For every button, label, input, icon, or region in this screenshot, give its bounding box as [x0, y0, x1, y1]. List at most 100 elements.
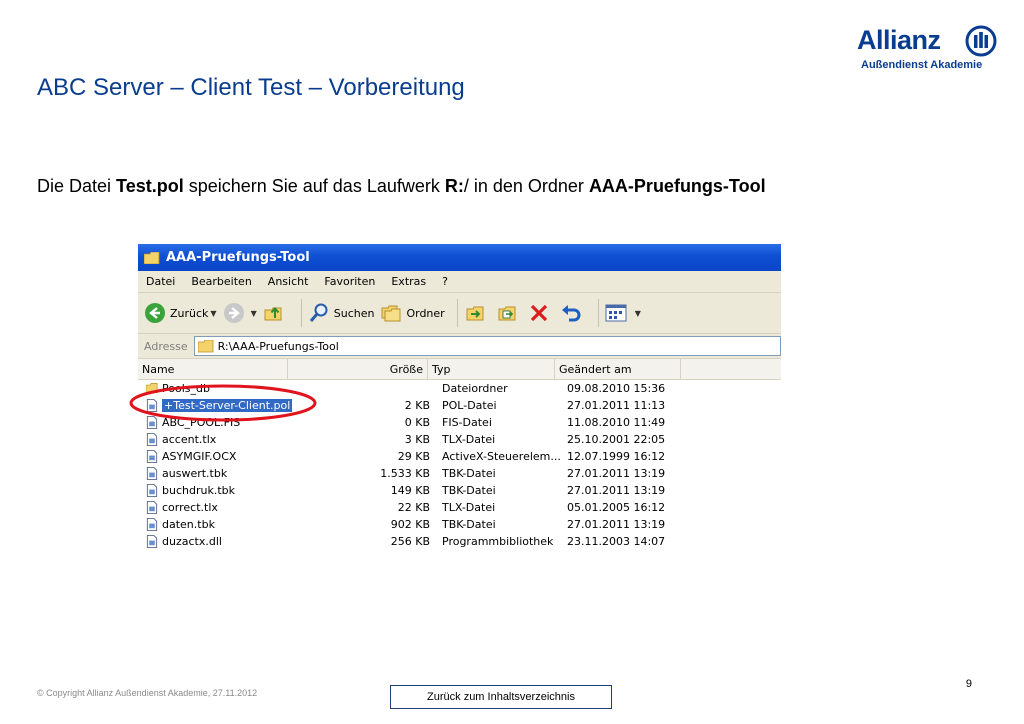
instruction-text: Die Datei Test.pol speichern Sie auf das… — [37, 176, 766, 197]
instruction-folder: AAA-Pruefungs-Tool — [588, 176, 766, 196]
file-type: FIS-Datei — [442, 416, 492, 429]
file-row[interactable]: daten.tbk 902 KB TBK-Datei 27.01.2011 13:19 — [138, 516, 781, 533]
menu-favoriten[interactable]: Favoriten — [316, 275, 383, 288]
move-to-button[interactable] — [464, 302, 490, 324]
file-icon — [146, 450, 158, 463]
search-button[interactable]: Suchen — [308, 302, 375, 324]
file-name-cell[interactable]: auswert.tbk — [138, 467, 296, 480]
instruction-part: speichern Sie auf das Laufwerk — [183, 176, 445, 196]
file-name: auswert.tbk — [162, 467, 228, 480]
file-name-cell[interactable]: daten.tbk — [138, 518, 296, 531]
file-type: TLX-Datei — [442, 433, 496, 446]
menu-help[interactable]: ? — [434, 275, 456, 288]
file-modified: 23.11.2003 14:07 — [567, 535, 666, 548]
forward-button[interactable]: ▼ — [223, 302, 257, 324]
menu-ansicht[interactable]: Ansicht — [260, 275, 317, 288]
file-modified: 25.10.2001 22:05 — [567, 433, 666, 446]
file-type: Programmbibliothek — [442, 535, 554, 548]
file-size: 1.533 KB — [380, 467, 430, 480]
window-titlebar[interactable]: AAA-Pruefungs-Tool — [138, 244, 781, 271]
file-type: TLX-Datei — [442, 501, 496, 514]
back-label: Zurück — [170, 306, 209, 320]
folder-up-icon — [264, 306, 282, 321]
file-modified: 27.01.2011 13:19 — [567, 467, 666, 480]
file-row[interactable]: duzactx.dll 256 KB Programmbibliothek 23.11… — [138, 533, 781, 550]
folders-icon — [381, 305, 401, 322]
menu-extras[interactable]: Extras — [383, 275, 434, 288]
file-name-cell[interactable]: duzactx.dll — [138, 535, 296, 548]
file-type: TBK-Datei — [442, 518, 496, 531]
file-name-cell[interactable]: accent.tlx — [138, 433, 296, 446]
file-name-cell[interactable]: buchdruk.tbk — [138, 484, 296, 497]
menu-datei[interactable]: Datei — [138, 275, 183, 288]
file-type: Dateiordner — [442, 382, 508, 395]
address-input[interactable]: R:\AAA-Pruefungs-Tool — [193, 336, 781, 356]
file-name: daten.tbk — [162, 518, 215, 531]
file-name: buchdruk.tbk — [162, 484, 235, 497]
file-size: 149 KB — [390, 484, 430, 497]
column-header-size[interactable]: Größe — [288, 359, 428, 379]
column-header-type[interactable]: Typ — [428, 359, 555, 379]
file-size: 22 KB — [397, 501, 430, 514]
file-name-cell[interactable]: ASYMGIF.OCX — [138, 450, 296, 463]
file-row[interactable]: auswert.tbk 1.533 KB TBK-Datei 27.01.2011 1… — [138, 465, 781, 482]
file-list-header: Name Größe Typ Geändert am — [138, 359, 781, 380]
file-icon — [146, 484, 158, 497]
column-header-modified[interactable]: Geändert am — [555, 359, 681, 379]
file-size: 3 KB — [404, 433, 430, 446]
address-value: R:\AAA-Pruefungs-Tool — [217, 339, 339, 353]
instruction-part: Die Datei — [37, 176, 117, 196]
menu-bearbeiten[interactable]: Bearbeiten — [183, 275, 259, 288]
folders-button[interactable]: Ordner — [380, 302, 445, 324]
back-button[interactable]: Zurück ▼ — [144, 302, 217, 324]
copy-to-folder-icon — [498, 306, 516, 321]
file-icon — [146, 501, 158, 514]
file-size: 902 KB — [390, 518, 430, 531]
undo-button[interactable] — [560, 302, 586, 324]
folder-icon — [197, 339, 213, 352]
views-icon — [605, 304, 627, 322]
file-type: ActiveX-Steuerelem... — [442, 450, 561, 463]
menu-bar: Datei Bearbeiten Ansicht Favoriten Extra… — [138, 271, 781, 293]
file-modified: 11.08.2010 11:49 — [567, 416, 666, 429]
folders-label: Ordner — [406, 306, 445, 320]
column-header-name[interactable]: Name — [138, 359, 288, 379]
toolbar: Zurück ▼ ▼ Suchen Ordner ▼ — [138, 293, 781, 334]
toolbar-separator — [300, 299, 302, 327]
address-label: Adresse — [144, 339, 188, 353]
file-row[interactable]: buchdruk.tbk 149 KB TBK-Datei 27.01.2011 13… — [138, 482, 781, 499]
folder-up-button[interactable] — [263, 302, 289, 324]
folder-icon — [144, 251, 160, 264]
views-button[interactable]: ▼ — [605, 303, 641, 323]
file-icon — [146, 467, 158, 480]
dropdown-caret-icon[interactable]: ▼ — [635, 309, 641, 318]
undo-icon — [561, 305, 581, 322]
file-row[interactable]: accent.tlx 3 KB TLX-Datei 25.10.2001 22:05 — [138, 431, 781, 448]
file-size: 29 KB — [397, 450, 430, 463]
file-icon — [146, 535, 158, 548]
file-type: POL-Datei — [442, 399, 497, 412]
file-row[interactable]: ASYMGIF.OCX 29 KB ActiveX-Steuerelem... 12.… — [138, 448, 781, 465]
forward-arrow-icon — [223, 303, 244, 323]
page-number: 9 — [965, 678, 972, 690]
search-label: Suchen — [333, 306, 375, 320]
file-modified: 05.01.2005 16:12 — [567, 501, 666, 514]
back-arrow-icon — [145, 303, 165, 323]
file-row[interactable]: correct.tlx 22 KB TLX-Datei 05.01.2005 16:1… — [138, 499, 781, 516]
delete-button[interactable] — [528, 302, 554, 324]
file-type: TBK-Datei — [442, 467, 496, 480]
file-modified: 27.01.2011 11:13 — [567, 399, 666, 412]
file-name: accent.tlx — [162, 433, 217, 446]
file-name: ASYMGIF.OCX — [162, 450, 237, 463]
copy-to-button[interactable] — [496, 302, 522, 324]
table-of-contents-button[interactable]: Zurück zum Inhaltsverzeichnis — [390, 685, 612, 709]
toolbar-separator — [456, 299, 458, 327]
file-name-cell[interactable]: correct.tlx — [138, 501, 296, 514]
move-to-folder-icon — [466, 306, 484, 321]
file-name: duzactx.dll — [162, 535, 222, 548]
file-icon — [146, 433, 158, 446]
dropdown-caret-icon[interactable]: ▼ — [210, 309, 216, 318]
search-icon — [309, 303, 328, 322]
dropdown-caret-icon[interactable]: ▼ — [251, 309, 257, 318]
file-size: 256 KB — [390, 535, 430, 548]
